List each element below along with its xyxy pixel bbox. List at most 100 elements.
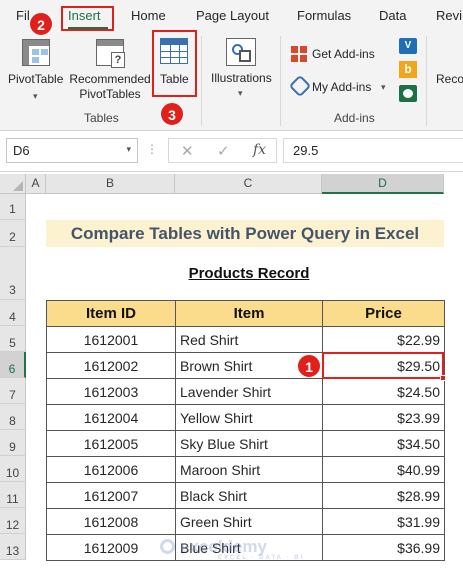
- column-header-d[interactable]: D: [322, 174, 444, 194]
- cell-price[interactable]: $34.50: [322, 430, 445, 457]
- row-header-4[interactable]: 4: [0, 300, 26, 326]
- group-divider: [280, 36, 281, 126]
- cancel-icon[interactable]: ✕: [181, 142, 194, 160]
- get-addins-button[interactable]: Get Add-ins: [312, 47, 375, 62]
- watermark-tagline: EXCEL · DATA · BI: [218, 555, 305, 561]
- illustrations-button[interactable]: Illustrations: [211, 71, 272, 86]
- recommended-pivottables-button[interactable]: Recommended PivotTables: [68, 72, 152, 102]
- row-header-10[interactable]: 10: [0, 456, 26, 482]
- store-icon[interactable]: [291, 46, 307, 62]
- column-header-b[interactable]: B: [46, 174, 175, 194]
- row-header-7[interactable]: 7: [0, 378, 26, 404]
- pivot-table-button[interactable]: PivotTable: [8, 72, 63, 87]
- fill-handle[interactable]: [440, 375, 446, 381]
- cell-price[interactable]: $28.99: [322, 482, 445, 509]
- row-header-3[interactable]: 3: [0, 247, 26, 300]
- ribbon: Fil Insert Home Page Layout Formulas Dat…: [0, 0, 463, 131]
- name-box-dropdown-icon[interactable]: ▾: [126, 144, 131, 155]
- cell-item-id[interactable]: 1612007: [46, 482, 176, 509]
- enter-icon[interactable]: ✓: [217, 142, 230, 160]
- insert-function-icon[interactable]: fx: [253, 142, 266, 158]
- cell-item[interactable]: Black Shirt: [175, 482, 323, 509]
- table-row: 1612005 Sky Blue Shirt $34.50: [46, 430, 445, 457]
- table-row: 1612006 Maroon Shirt $40.99: [46, 456, 445, 483]
- row-header-13[interactable]: 13: [0, 534, 26, 560]
- my-addins-button[interactable]: My Add-ins: [312, 80, 371, 95]
- my-addins-dropdown-icon[interactable]: ▾: [381, 82, 386, 93]
- cell-price[interactable]: $22.99: [322, 326, 445, 353]
- cell-item[interactable]: Yellow Shirt: [175, 404, 323, 431]
- tab-data[interactable]: Data: [379, 8, 406, 23]
- callout-step-3: 3: [160, 102, 184, 126]
- row-header-12[interactable]: 12: [0, 508, 26, 534]
- select-all-button[interactable]: [0, 174, 26, 194]
- tab-file[interactable]: Fil: [16, 8, 30, 23]
- table-row: 1612001 Red Shirt $22.99: [46, 326, 445, 353]
- recommended-pivot-icon[interactable]: ?: [96, 39, 125, 68]
- watermark: exceldemy EXCEL · DATA · BI: [180, 537, 304, 561]
- pivot-table-icon[interactable]: [22, 39, 50, 66]
- tab-page-layout[interactable]: Page Layout: [196, 8, 269, 23]
- sheet-title[interactable]: Compare Tables with Power Query in Excel: [46, 220, 444, 247]
- table-button-highlight: [152, 30, 197, 97]
- cell-item-id[interactable]: 1612001: [46, 326, 176, 353]
- formula-bar-grip-icon[interactable]: ⋮: [146, 142, 158, 156]
- cell-item-id[interactable]: 1612002: [46, 352, 176, 379]
- row-header-11[interactable]: 11: [0, 482, 26, 508]
- cell-item[interactable]: Red Shirt: [175, 326, 323, 353]
- cell-item[interactable]: Maroon Shirt: [175, 456, 323, 483]
- table-header-row: Item ID Item Price: [46, 300, 445, 327]
- cell-price[interactable]: $24.50: [322, 378, 445, 405]
- table-row: 1612003 Lavender Shirt $24.50: [46, 378, 445, 405]
- my-addins-icon[interactable]: [288, 74, 312, 98]
- cell-price[interactable]: $40.99: [322, 456, 445, 483]
- table-subtitle[interactable]: Products Record: [175, 265, 323, 282]
- row-header-5[interactable]: 5: [0, 326, 26, 352]
- cell-item[interactable]: Lavender Shirt: [175, 378, 323, 405]
- cell-item-id[interactable]: 1612006: [46, 456, 176, 483]
- tab-review[interactable]: Revi: [436, 8, 462, 23]
- insert-tab-highlight: [61, 6, 114, 31]
- name-box-value: D6: [13, 143, 30, 158]
- people-graph-icon[interactable]: [399, 85, 417, 102]
- row-header-9[interactable]: 9: [0, 430, 26, 456]
- tab-home[interactable]: Home: [131, 8, 166, 23]
- tab-formulas[interactable]: Formulas: [297, 8, 351, 23]
- formula-input[interactable]: 29.5: [283, 138, 463, 163]
- column-header-a[interactable]: A: [26, 174, 46, 194]
- table-row: 1612007 Black Shirt $28.99: [46, 482, 445, 509]
- row-header-6[interactable]: 6: [0, 352, 26, 378]
- row-header-2[interactable]: 2: [0, 220, 26, 247]
- pivot-table-dropdown-icon[interactable]: ▾: [33, 91, 38, 102]
- illustrations-icon[interactable]: [226, 38, 256, 66]
- callout-step-2: 2: [29, 12, 53, 36]
- watermark-name: exceldemy: [180, 537, 267, 556]
- cell-item[interactable]: Green Shirt: [175, 508, 323, 535]
- cell-item-id[interactable]: 1612005: [46, 430, 176, 457]
- header-price[interactable]: Price: [322, 300, 445, 327]
- header-item[interactable]: Item: [175, 300, 323, 327]
- cell-price[interactable]: $23.99: [322, 404, 445, 431]
- cell-item-id[interactable]: 1612004: [46, 404, 176, 431]
- cell-item-id[interactable]: 1612009: [46, 534, 176, 561]
- recommended-charts-button[interactable]: Reco: [436, 72, 463, 87]
- active-cell-highlight: [322, 352, 444, 379]
- products-table: Item ID Item Price 1612001 Red Shirt $22…: [46, 300, 445, 561]
- header-item-id[interactable]: Item ID: [46, 300, 176, 327]
- column-header-c[interactable]: C: [175, 174, 322, 194]
- bing-icon[interactable]: b: [399, 61, 417, 78]
- cell-price[interactable]: $31.99: [322, 508, 445, 535]
- row-header-1[interactable]: 1: [0, 194, 26, 220]
- illustrations-dropdown-icon[interactable]: ▾: [238, 88, 243, 99]
- name-box[interactable]: D6 ▾: [6, 138, 138, 163]
- cell-item-id[interactable]: 1612008: [46, 508, 176, 535]
- table-row: 1612008 Green Shirt $31.99: [46, 508, 445, 535]
- cell-item[interactable]: Sky Blue Shirt: [175, 430, 323, 457]
- row-header-8[interactable]: 8: [0, 404, 26, 430]
- cell-price[interactable]: $36.99: [322, 534, 445, 561]
- formula-buttons: ✕ ✓ fx: [168, 138, 277, 163]
- recommended-label-line2: PivotTables: [79, 87, 141, 101]
- visio-icon[interactable]: V: [399, 38, 417, 54]
- group-label-tables: Tables: [84, 111, 119, 125]
- cell-item-id[interactable]: 1612003: [46, 378, 176, 405]
